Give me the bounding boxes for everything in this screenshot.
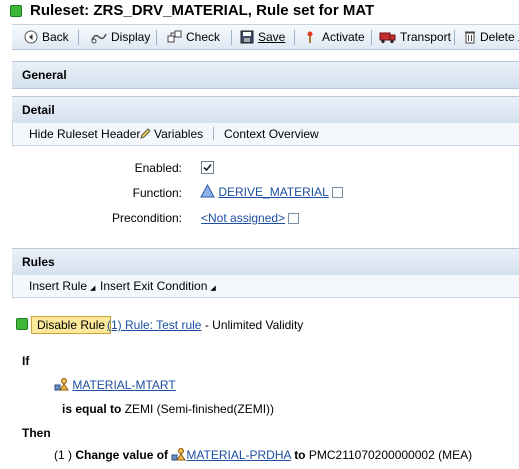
insert-exit-condition-button[interactable]: Insert Exit Condition ◢ xyxy=(100,279,216,293)
rule-validity: - Unlimited Validity xyxy=(204,318,304,332)
detail-section-header[interactable]: Detail xyxy=(12,96,519,124)
disable-rule-button[interactable]: Disable Rule xyxy=(31,316,112,334)
back-arrow-icon xyxy=(24,30,38,44)
precondition-link[interactable]: <Not assigned> xyxy=(201,211,285,225)
display-label: Display xyxy=(111,30,151,44)
toolbar-divider xyxy=(294,30,295,45)
activate-match-icon xyxy=(307,31,313,43)
variables-label: Variables xyxy=(154,127,204,141)
condition-operator-line: is equal to ZEMI (Semi-finished(ZEMI)) xyxy=(62,402,274,416)
transport-button[interactable]: Transport xyxy=(379,25,451,49)
display-button[interactable]: Display xyxy=(90,25,150,49)
insert-rule-button[interactable]: Insert Rule ◢ xyxy=(29,279,95,293)
precondition-field: <Not assigned> xyxy=(201,211,300,225)
function-link[interactable]: DERIVE_MATERIAL xyxy=(218,185,328,199)
check-label: Check xyxy=(186,30,221,44)
status-icon xyxy=(10,5,22,17)
rule-status-icon xyxy=(16,318,28,330)
toolbar-divider xyxy=(213,127,214,140)
dropdown-arrow-icon: ◢ xyxy=(210,285,216,292)
rule-line: (1) Rule: Test rule - Unlimited Validity xyxy=(107,318,303,332)
trash-icon xyxy=(465,31,475,44)
back-button[interactable]: Back xyxy=(24,25,69,49)
display-change-icon xyxy=(91,33,107,44)
condition-value: ZEMI (Semi-finished(ZEMI)) xyxy=(124,402,275,416)
page-title: Ruleset: ZRS_DRV_MATERIAL, Rule set for … xyxy=(30,2,375,19)
condition-field-link[interactable]: MATERIAL-MTART xyxy=(72,378,175,392)
function-triangle-icon xyxy=(200,183,215,198)
detail-toolbar: Hide Ruleset Header Variables Context Ov… xyxy=(12,123,519,146)
save-button[interactable]: Save xyxy=(240,25,285,49)
condition-field: MATERIAL-MTART xyxy=(54,377,176,392)
toolbar-divider xyxy=(156,30,157,45)
save-label: Save xyxy=(258,30,286,44)
operator-text: is equal to xyxy=(62,402,122,416)
checkmark-icon xyxy=(203,163,212,172)
action-line: (1 ) Change value of MATERIAL-PRDHA to P… xyxy=(54,447,472,462)
enabled-checkbox[interactable] xyxy=(201,161,214,174)
save-icon xyxy=(240,30,254,44)
function-label: Function: xyxy=(132,186,182,200)
truck-icon xyxy=(379,32,396,44)
toolbar-divider xyxy=(454,30,455,45)
dropdown-arrow-icon: ◢ xyxy=(90,285,96,292)
check-icon xyxy=(167,30,182,43)
value-help-icon[interactable] xyxy=(331,187,343,199)
check-button[interactable]: Check xyxy=(167,25,220,49)
activate-label: Activate xyxy=(322,30,365,44)
to-label: to xyxy=(294,448,306,462)
activate-button[interactable]: Activate xyxy=(304,25,365,49)
insert-rule-label: Insert Rule xyxy=(29,279,88,293)
delete-menu-button[interactable]: Delete ◢ xyxy=(464,25,519,49)
toolbar-divider xyxy=(231,30,232,45)
toolbar-divider xyxy=(78,30,79,45)
delete-label: Delete xyxy=(480,30,515,44)
toolbar: Back Display Check Save Activate Transpo… xyxy=(12,24,519,50)
context-overview-button[interactable]: Context Overview xyxy=(224,127,319,141)
insert-exit-label: Insert Exit Condition xyxy=(100,279,208,293)
precondition-label: Precondition: xyxy=(111,211,182,225)
general-section-title: General xyxy=(22,68,67,82)
enabled-label: Enabled: xyxy=(134,161,182,175)
action-text: Change value of xyxy=(75,448,169,462)
rules-toolbar: Insert Rule ◢ Insert Exit Condition ◢ xyxy=(12,275,519,298)
action-index: (1 ) xyxy=(54,448,72,462)
general-section-header[interactable]: General xyxy=(12,61,519,89)
function-field: DERIVE_MATERIAL xyxy=(200,183,343,199)
rules-section-title: Rules xyxy=(22,255,55,269)
back-label: Back xyxy=(42,30,69,44)
field-object-icon xyxy=(171,448,187,461)
toolbar-divider xyxy=(371,30,372,45)
then-label: Then xyxy=(22,426,51,440)
action-value: PMC211070200000002 (MEA) xyxy=(308,448,473,462)
action-field-link[interactable]: MATERIAL-PRDHA xyxy=(186,448,290,462)
if-label: If xyxy=(22,354,30,368)
title-bar: Ruleset: ZRS_DRV_MATERIAL, Rule set for … xyxy=(0,0,519,24)
rules-section-header[interactable]: Rules xyxy=(12,248,519,276)
field-object-icon xyxy=(54,378,69,391)
detail-section-title: Detail xyxy=(22,103,55,117)
rule-link[interactable]: (1) Rule: Test rule xyxy=(107,318,201,332)
pencil-icon xyxy=(140,128,151,139)
value-help-icon[interactable] xyxy=(288,213,300,225)
variables-button[interactable]: Variables xyxy=(139,127,203,141)
transport-label: Transport xyxy=(400,30,451,44)
hide-ruleset-header-button[interactable]: Hide Ruleset Header xyxy=(29,127,140,141)
